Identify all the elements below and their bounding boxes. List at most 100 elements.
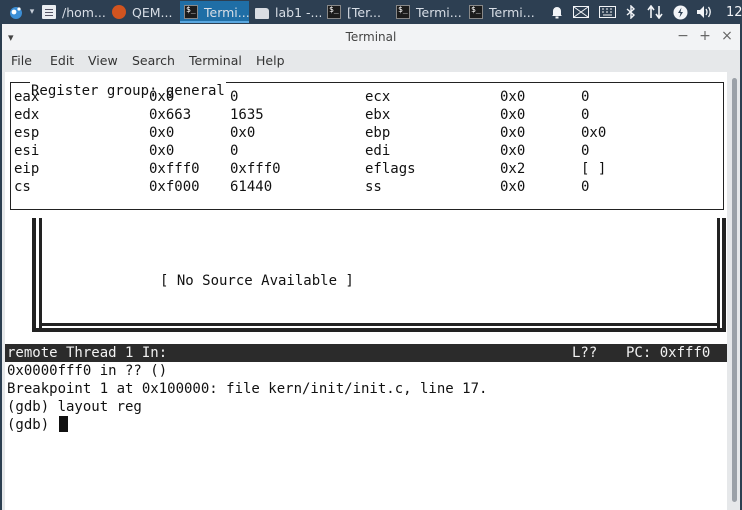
- reg-value: 0x0: [230, 125, 256, 141]
- console-line: 0x0000fff0 in ?? (): [7, 363, 168, 379]
- taskbar-item-label: Termi...: [416, 4, 462, 20]
- terminal-icon: [327, 5, 341, 19]
- reg-name: ss: [365, 179, 382, 195]
- menu-terminal[interactable]: Terminal: [189, 53, 242, 68]
- volume-icon[interactable]: [694, 0, 714, 24]
- taskbar-item-qemu[interactable]: QEM...: [108, 1, 176, 23]
- reg-hex: 0x2: [500, 161, 526, 177]
- reg-hex: 0xf000: [149, 179, 200, 195]
- taskbar-dropdown-icon[interactable]: ▾: [28, 0, 36, 24]
- menu-help[interactable]: Help: [256, 53, 285, 68]
- terminal-icon: [396, 5, 410, 19]
- source-border: [717, 218, 720, 332]
- taskbar-item-terminal-3[interactable]: Termi...: [392, 1, 462, 23]
- reg-value: 0: [581, 179, 590, 195]
- reg-name: eflags: [365, 161, 416, 177]
- text-cursor: [58, 416, 68, 432]
- status-thread: remote Thread 1 In:: [7, 345, 168, 361]
- reg-name: ebp: [365, 125, 391, 141]
- reg-value: 0: [230, 89, 239, 105]
- taskbar-item-terminal-2[interactable]: [Ter...: [323, 1, 389, 23]
- reg-name: esp: [14, 125, 40, 141]
- reg-value: 1635: [230, 107, 264, 123]
- source-border: [32, 328, 726, 332]
- taskbar-item-terminal-active[interactable]: Termi...: [180, 1, 249, 23]
- reg-name: cs: [14, 179, 31, 195]
- reg-name: ebx: [365, 107, 391, 123]
- maximize-button[interactable]: +: [697, 28, 713, 44]
- clock[interactable]: 12: [726, 0, 742, 24]
- reg-value: [ ]: [581, 161, 607, 177]
- window-title: Terminal: [345, 30, 397, 44]
- window-titlebar[interactable]: ▾ Terminal − + ×: [2, 24, 740, 50]
- folder-icon: [255, 7, 269, 19]
- taskbar-item-label: QEM...: [132, 4, 173, 20]
- terminal-area[interactable]: Register group: general eax 0x0 0 ecx 0x…: [5, 72, 727, 510]
- reg-hex: 0xfff0: [149, 161, 200, 177]
- no-source-message: [ No Source Available ]: [160, 273, 354, 289]
- reg-hex: 0x0: [500, 107, 526, 123]
- reg-name: esi: [14, 143, 40, 159]
- source-border: [39, 218, 42, 332]
- reg-name: ecx: [365, 89, 391, 105]
- source-window: [32, 218, 726, 332]
- taskbar-item-lab1-folder[interactable]: lab1 -...: [251, 1, 321, 23]
- reg-value: 0xfff0: [230, 161, 281, 177]
- reg-hex: 0x0: [500, 179, 526, 195]
- console-line: (gdb) layout reg: [7, 399, 142, 415]
- reg-hex: 0x0: [500, 89, 526, 105]
- console-line: Breakpoint 1 at 0x100000: file kern/init…: [7, 381, 488, 397]
- source-border: [42, 323, 717, 326]
- gdb-prompt-line[interactable]: (gdb): [7, 416, 68, 434]
- taskbar-item-terminal-4[interactable]: Termi...: [465, 1, 535, 23]
- reg-hex: 0x0: [149, 143, 175, 159]
- source-border: [722, 218, 726, 332]
- taskbar-item-label: lab1 -...: [275, 4, 321, 20]
- bluetooth-icon[interactable]: [623, 0, 639, 24]
- taskbar-item-label: Termi...: [204, 4, 249, 20]
- taskbar-item-home-editor[interactable]: /hom...: [38, 1, 106, 23]
- qemu-icon: [112, 5, 126, 19]
- close-button[interactable]: ×: [719, 28, 735, 44]
- reg-hex: 0x0: [149, 89, 175, 105]
- reg-name: eip: [14, 161, 40, 177]
- reg-name: eax: [14, 89, 40, 105]
- reg-hex: 0x0: [500, 143, 526, 159]
- reg-name: edx: [14, 107, 40, 123]
- register-group-title: Register group: general: [30, 82, 226, 100]
- menubar: File Edit View Search Terminal Help: [2, 50, 740, 72]
- reg-value: 0: [581, 143, 590, 159]
- status-pc: PC: 0xfff0: [626, 345, 711, 361]
- menu-file[interactable]: File: [11, 53, 32, 68]
- reg-value: 0x0: [581, 125, 607, 141]
- reg-value: 0: [230, 143, 239, 159]
- gdb-prompt: (gdb): [7, 417, 58, 433]
- terminal-icon: [184, 5, 198, 19]
- reg-value: 61440: [230, 179, 273, 195]
- source-border: [32, 218, 36, 332]
- minimize-button[interactable]: −: [675, 28, 691, 44]
- terminal-icon: [469, 5, 483, 19]
- power-manager-icon[interactable]: [671, 0, 689, 24]
- keyboard-icon[interactable]: [597, 0, 617, 24]
- menu-view[interactable]: View: [88, 53, 118, 68]
- reg-hex: 0x663: [149, 107, 192, 123]
- network-transfer-icon[interactable]: [645, 0, 665, 24]
- scrollbar[interactable]: [729, 72, 740, 510]
- notification-bell-icon[interactable]: [548, 0, 566, 24]
- menu-search[interactable]: Search: [132, 53, 175, 68]
- reg-name: edi: [365, 143, 391, 159]
- menu-edit[interactable]: Edit: [50, 53, 74, 68]
- status-line: L??: [572, 345, 598, 361]
- text-editor-icon: [42, 5, 56, 19]
- reg-hex: 0x0: [500, 125, 526, 141]
- app-menu-icon[interactable]: [6, 0, 26, 24]
- taskbar-item-label: [Ter...: [347, 4, 381, 20]
- mail-icon[interactable]: [571, 0, 591, 24]
- reg-value: 0: [581, 107, 590, 123]
- reg-hex: 0x0: [149, 125, 175, 141]
- terminal-window: ▾ Terminal − + × File Edit View Search T…: [2, 24, 740, 510]
- taskbar: ▾ /hom... QEM... Termi... lab1 -... [Ter…: [0, 0, 742, 24]
- taskbar-item-label: /hom...: [62, 4, 106, 20]
- scrollbar-thumb[interactable]: [732, 78, 737, 502]
